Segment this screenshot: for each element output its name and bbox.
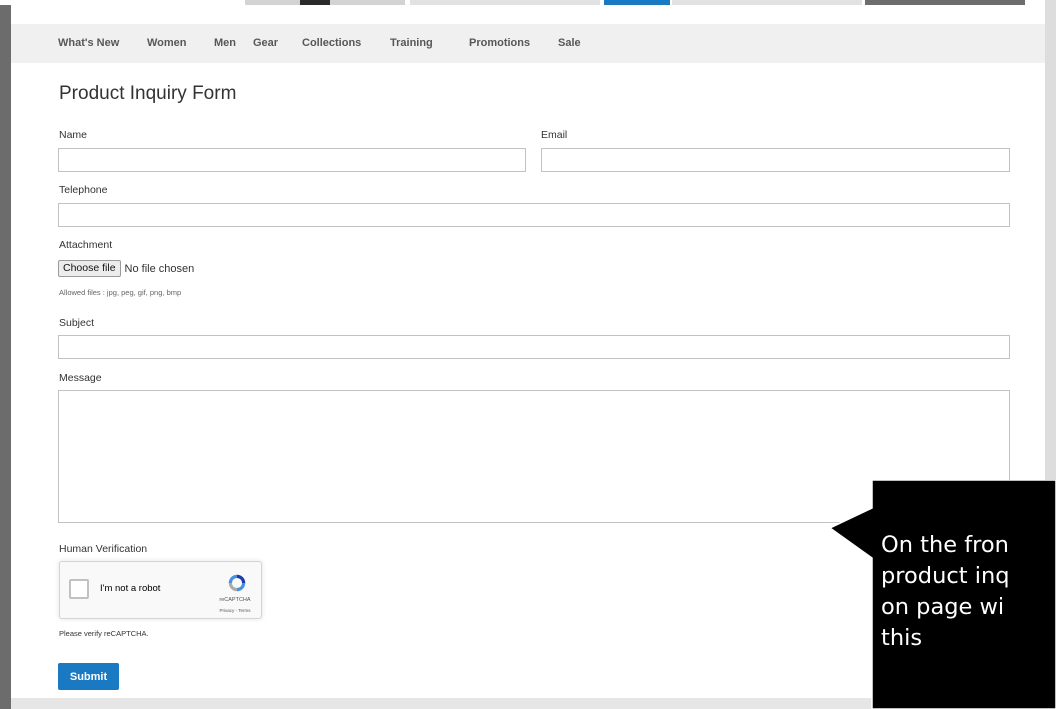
telephone-label: Telephone <box>59 184 108 196</box>
file-status-text: No file chosen <box>124 262 195 275</box>
subject-label: Subject <box>59 317 95 329</box>
recaptcha-logo-icon <box>228 574 246 592</box>
recaptcha-brand: reCAPTCHA <box>219 597 251 603</box>
window-frame-left <box>0 0 11 709</box>
subject-input[interactable] <box>58 335 1010 359</box>
main-navigation: What's New Women Men Gear Collections Tr… <box>11 24 1045 63</box>
recaptcha-privacy-terms[interactable]: Privacy - Terms <box>210 608 260 613</box>
choose-file-button[interactable]: Choose file <box>58 260 121 277</box>
nav-item-training[interactable]: Training <box>390 24 433 63</box>
nav-item-promotions[interactable]: Promotions <box>469 24 530 63</box>
message-label: Message <box>59 372 102 384</box>
nav-item-gear[interactable]: Gear <box>253 24 278 63</box>
human-verification-label: Human Verification <box>59 543 148 555</box>
recaptcha-error-message: Please verify reCAPTCHA. <box>59 629 149 638</box>
telephone-input[interactable] <box>58 203 1010 227</box>
recaptcha-checkbox[interactable] <box>69 579 89 599</box>
allowed-files-hint: Allowed files : jpg, peg, gif, png, bmp <box>59 288 182 297</box>
callout-line: product inq <box>881 563 1010 589</box>
callout-line: On the fron <box>881 532 1009 558</box>
nav-item-whats-new[interactable]: What's New <box>58 24 119 63</box>
annotation-callout: On the fron product inq on page wi this <box>830 480 1056 709</box>
page-title: Product Inquiry Form <box>59 83 237 104</box>
attachment-label: Attachment <box>59 239 113 251</box>
submit-button[interactable]: Submit <box>58 663 119 690</box>
nav-item-collections[interactable]: Collections <box>302 24 361 63</box>
callout-line: on page wi <box>881 594 1005 620</box>
callout-text: On the fron product inq on page wi this <box>872 480 1056 654</box>
attachment-field: Choose file No file chosen <box>58 260 194 277</box>
callout-line: this <box>881 625 923 651</box>
name-input[interactable] <box>58 148 526 172</box>
nav-item-sale[interactable]: Sale <box>558 24 581 63</box>
nav-item-women[interactable]: Women <box>147 24 187 63</box>
name-label: Name <box>59 129 88 141</box>
nav-item-men[interactable]: Men <box>214 24 236 63</box>
recaptcha-widget: I'm not a robot reCAPTCHA Privacy - Term… <box>59 561 262 619</box>
email-input[interactable] <box>541 148 1010 172</box>
recaptcha-label: I'm not a robot <box>100 583 161 594</box>
email-label: Email <box>541 129 568 141</box>
